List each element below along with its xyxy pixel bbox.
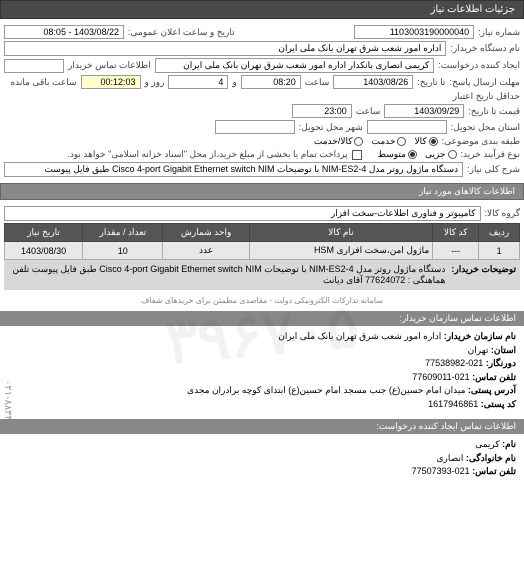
table-row: 1 --- ماژول امن،سخت افزاری HSM عدد 10 14…	[5, 242, 520, 260]
device-label: نام دستگاه خریدار:	[450, 43, 520, 54]
req-phone-value: 021-77507393	[412, 466, 470, 476]
td-code: ---	[433, 242, 479, 260]
phone-label: تلفن تماس:	[472, 372, 516, 382]
radio-service-label: خدمت	[371, 136, 395, 147]
desc-label: توضیحات خریدار:	[451, 264, 516, 286]
items-table: ردیف کد کالا نام کالا واحد شمارش تعداد /…	[4, 223, 520, 260]
buyer-contact-block: نام سازمان خریدار: اداره امور شعب شرق ته…	[0, 326, 524, 415]
req-name-value: کریمی	[475, 439, 499, 449]
fax-value: 021-77538982	[425, 358, 483, 368]
device-field: اداره امور شعب شرق تهران بانک ملی ایران	[4, 41, 446, 56]
delivery-city-label: شهر محل تحویل:	[299, 122, 363, 133]
phone-value: 021-77609011	[412, 372, 469, 382]
delivery-city-field	[215, 120, 295, 134]
req-phone-label: تلفن تماس:	[472, 466, 516, 476]
treasury-checkbox[interactable]	[352, 150, 362, 160]
th-row: ردیف	[479, 224, 520, 242]
and-label: و	[232, 77, 236, 88]
delivery-state-field	[367, 120, 447, 134]
req-number-field: 1103003190000040	[354, 25, 474, 39]
td-date: 1403/08/30	[5, 242, 83, 260]
process-label: نوع فرآیند خرید:	[461, 149, 521, 160]
req-name-label: نام:	[502, 439, 516, 449]
province-value: تهران	[468, 345, 489, 355]
keyword-label: شرح کلی نیاز:	[467, 164, 520, 175]
group-label: گروه کالا:	[485, 208, 520, 219]
radio-both-label: کالا/خدمت	[314, 136, 353, 147]
items-section-header: اطلاعات کالاهای مورد نیاز	[0, 183, 524, 200]
price-valid-label: حداقل تاریخ اعتبار	[453, 91, 520, 102]
radio-motevaset-label: متوسط	[378, 149, 406, 160]
radio-service[interactable]: خدمت	[371, 136, 406, 147]
main-header: جزئیات اطلاعات نیاز	[0, 0, 524, 19]
th-date: تاریخ نیاز	[5, 224, 83, 242]
price-hour-field: 23:00	[292, 104, 352, 118]
remain-field: 00:12:03	[81, 75, 141, 89]
delivery-state-label: استان محل تحویل:	[451, 122, 520, 133]
buyer-contact-header: اطلاعات تماس سازمان خریدار:	[0, 311, 524, 326]
side-phone: ۰۲۱-۸۸۳۴	[2, 380, 13, 421]
req-family-value: انصاری	[436, 453, 463, 463]
radio-motevaset[interactable]: متوسط	[378, 149, 417, 160]
th-name: نام کالا	[249, 224, 432, 242]
price-until-label: قیمت تا تاریخ:	[468, 106, 520, 117]
req-number-label: شماره نیاز:	[478, 27, 520, 38]
radio-circle-icon	[397, 137, 406, 146]
radio-jozi[interactable]: جزیی	[425, 149, 457, 160]
radio-circle-icon	[354, 137, 363, 146]
td-unit: عدد	[163, 242, 249, 260]
req-family-label: نام خانوادگی:	[466, 453, 516, 463]
deadline-until-label: تا تاریخ:	[417, 77, 445, 88]
address-label: آدرس پستی:	[468, 385, 516, 395]
keyword-field: دستگاه ماژول روتر مدل NIM-ES2-4 با توضیح…	[4, 162, 463, 177]
radio-circle-icon	[448, 150, 457, 159]
deadline-date-field: 1403/08/26	[333, 75, 413, 89]
category-radio-group: کالا خدمت کالا/خدمت	[314, 136, 438, 147]
group-field: کامپیوتر و فناوری اطلاعات-سخت افزار	[4, 206, 481, 221]
payment-note: پرداخت تمام یا بخشی از مبلغ خرید،از محل …	[67, 149, 347, 160]
radio-circle-icon	[408, 150, 417, 159]
buyer-contact-field	[4, 59, 64, 73]
system-notice: سامانه تدارکات الکترونیکی دولت - مقاصدی …	[0, 294, 524, 307]
buyer-contact-label: اطلاعات تماس خریدار	[68, 60, 151, 71]
announce-field: 1403/08/22 - 08:05	[4, 25, 124, 39]
th-code: کد کالا	[433, 224, 479, 242]
description-row: توضیحات خریدار: دستگاه ماژول روتر مدل NI…	[4, 260, 520, 290]
price-date-field: 1403/09/29	[384, 104, 464, 118]
remain-label: ساعت باقی مانده	[10, 77, 76, 88]
requester-contact-block: نام: کریمی نام خانوادگی: انصاری تلفن تما…	[0, 434, 524, 483]
province-label: استان:	[491, 345, 516, 355]
desc-text: دستگاه ماژول روتر مدل NIM-ES2-4 با توضیح…	[8, 264, 445, 286]
deadline-label: مهلت ارسال پاسخ:	[449, 77, 520, 88]
td-row: 1	[479, 242, 520, 260]
announce-label: تاریخ و ساعت اعلان عمومی:	[128, 27, 235, 38]
creator-field: کریمی انصاری بانکدار اداره امور شعب شرق …	[155, 58, 435, 73]
table-header-row: ردیف کد کالا نام کالا واحد شمارش تعداد /…	[5, 224, 520, 242]
th-unit: واحد شمارش	[163, 224, 249, 242]
td-name: ماژول امن،سخت افزاری HSM	[249, 242, 432, 260]
radio-kala-label: کالا	[414, 136, 426, 147]
td-qty: 10	[83, 242, 163, 260]
process-radio-group: جزیی متوسط	[378, 149, 457, 160]
address-value: میدان امام حسین(ع) جنب مسجد امام حسین(ع)…	[187, 385, 465, 395]
hour-label-1: ساعت	[305, 77, 330, 88]
postal-value: 1617946861	[428, 399, 478, 409]
radio-kala[interactable]: کالا	[414, 136, 437, 147]
creator-label: ایجاد کننده درخواست:	[438, 60, 520, 71]
org-label: نام سازمان خریدار:	[444, 331, 516, 341]
packing-label: طبقه بندی موضوعی:	[442, 136, 520, 147]
deadline-hour-field: 08:20	[241, 75, 301, 89]
days-label: روز و	[145, 77, 165, 88]
days-field: 4	[168, 75, 228, 89]
radio-jozi-label: جزیی	[425, 149, 446, 160]
fax-label: دورنگار:	[486, 358, 516, 368]
th-qty: تعداد / مقدار	[83, 224, 163, 242]
requester-contact-header: اطلاعات تماس ایجاد کننده درخواست:	[0, 419, 524, 434]
hour-label-2: ساعت	[356, 106, 381, 117]
radio-both[interactable]: کالا/خدمت	[314, 136, 364, 147]
org-value: اداره امور شعب شرق تهران بانک ملی ایران	[278, 331, 441, 341]
postal-label: کد پستی:	[481, 399, 516, 409]
radio-circle-icon	[429, 137, 438, 146]
page: ۳۹۶۷۰۵ جزئیات اطلاعات نیاز شماره نیاز: 1…	[0, 0, 524, 483]
